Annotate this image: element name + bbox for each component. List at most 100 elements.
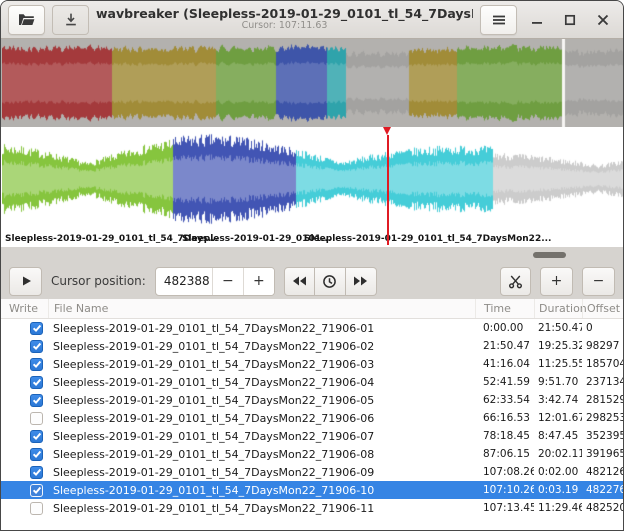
offset-cell: 281529 [582,394,623,406]
time-cell: 21:50.47 [475,340,534,352]
track-row[interactable]: Sleepless-2019-01-29_0101_tl_54_7DaysMon… [1,499,623,517]
duration-cell: 21:50.47 [534,322,582,334]
track-row[interactable]: Sleepless-2019-01-29_0101_tl_54_7DaysMon… [1,409,623,427]
overview-waveform-canvas[interactable] [2,39,624,127]
time-cell: 41:16.04 [475,358,534,370]
title-box: wavbreaker (Sleepless-2019-01-29_0101_tl… [96,7,473,31]
cursor-position-label: Cursor position: [51,274,146,288]
scissors-icon [508,274,523,289]
duration-cell: 20:02.11 [534,448,582,460]
write-checkbox[interactable] [30,394,43,407]
track-row[interactable]: Sleepless-2019-01-29_0101_tl_54_7DaysMon… [1,337,623,355]
cut-button[interactable] [500,267,531,296]
duration-cell: 11:25.55 [534,358,582,370]
column-header-file-name[interactable]: File Name [48,299,475,318]
track-list: WriteFile NameTimeDurationOffset Sleeple… [1,299,623,531]
file-name-cell: Sleepless-2019-01-29_0101_tl_54_7DaysMon… [48,466,475,479]
write-checkbox[interactable] [30,412,43,425]
scrollbar-thumb[interactable] [533,252,566,258]
header-bar: wavbreaker (Sleepless-2019-01-29_0101_tl… [1,1,623,39]
write-checkbox[interactable] [30,430,43,443]
folder-open-icon [18,12,35,27]
offset-cell: 0 [582,322,623,334]
offset-cell: 98297 [582,340,623,352]
spin-increment-button[interactable]: + [243,268,274,295]
horizontal-scrollbar[interactable] [1,247,623,263]
time-cell: 66:16.53 [475,412,534,424]
track-row[interactable]: Sleepless-2019-01-29_0101_tl_54_7DaysMon… [1,391,623,409]
file-name-cell: Sleepless-2019-01-29_0101_tl_54_7DaysMon… [48,430,475,443]
remove-part-button[interactable]: − [582,267,615,296]
clock-icon [322,274,337,289]
write-checkbox[interactable] [30,376,43,389]
add-part-button[interactable]: + [540,267,573,296]
track-row[interactable]: Sleepless-2019-01-29_0101_tl_54_7DaysMon… [1,445,623,463]
file-name-cell: Sleepless-2019-01-29_0101_tl_54_7DaysMon… [48,394,475,407]
write-checkbox[interactable] [30,448,43,461]
overview-waveform[interactable] [1,39,623,127]
write-checkbox[interactable] [30,466,43,479]
track-list-rows: Sleepless-2019-01-29_0101_tl_54_7DaysMon… [1,319,623,517]
close-icon [597,14,609,26]
open-file-button[interactable] [8,5,45,35]
time-cell: 87:06.15 [475,448,534,460]
time-cell: 107:10.26 [475,484,534,496]
write-checkbox[interactable] [30,502,43,515]
menu-button[interactable] [480,5,517,35]
wavbreaker-window: wavbreaker (Sleepless-2019-01-29_0101_tl… [0,0,624,531]
save-button[interactable] [52,5,89,35]
track-row[interactable]: Sleepless-2019-01-29_0101_tl_54_7DaysMon… [1,355,623,373]
main-waveform[interactable]: Sleepless-2019-01-29_0101_tl_54_7Days...… [1,127,623,247]
fast-forward-icon [353,275,368,287]
offset-cell: 482276 [582,484,623,496]
duration-cell: 0:02.00 [534,466,582,478]
cursor-line [387,135,389,245]
column-header-offset[interactable]: Offset [582,299,623,318]
write-checkbox[interactable] [30,340,43,353]
time-cell: 78:18.45 [475,430,534,442]
column-header-duration[interactable]: Duration [534,299,582,318]
write-checkbox[interactable] [30,322,43,335]
duration-cell: 8:47.45 [534,430,582,442]
seek-forward-button[interactable] [346,267,377,296]
play-icon [19,274,33,288]
close-button[interactable] [590,7,616,33]
minimize-button[interactable] [524,7,550,33]
track-row[interactable]: Sleepless-2019-01-29_0101_tl_54_7DaysMon… [1,481,623,499]
track-row[interactable]: Sleepless-2019-01-29_0101_tl_54_7DaysMon… [1,373,623,391]
write-checkbox[interactable] [30,484,43,497]
main-waveform-canvas[interactable] [2,129,624,229]
file-name-cell: Sleepless-2019-01-29_0101_tl_54_7DaysMon… [48,376,475,389]
offset-cell: 352395 [582,430,623,442]
file-name-cell: Sleepless-2019-01-29_0101_tl_54_7DaysMon… [48,484,475,497]
seek-backward-button[interactable] [284,267,315,296]
offset-cell: 298253 [582,412,623,424]
duration-cell: 9:51.70 [534,376,582,388]
play-button[interactable] [9,267,42,296]
track-row[interactable]: Sleepless-2019-01-29_0101_tl_54_7DaysMon… [1,427,623,445]
cursor-marker[interactable] [383,127,391,135]
cursor-position-input[interactable]: 482388 [156,268,212,295]
spin-decrement-button[interactable]: − [212,268,243,295]
file-name-cell: Sleepless-2019-01-29_0101_tl_54_7DaysMon… [48,448,475,461]
time-cell: 0:00.00 [475,322,534,334]
file-name-cell: Sleepless-2019-01-29_0101_tl_54_7DaysMon… [48,502,475,515]
duration-cell: 12:01.67 [534,412,582,424]
rewind-icon [292,275,307,287]
column-header-write[interactable]: Write [1,299,48,318]
duration-cell: 19:25.32 [534,340,582,352]
duration-cell: 0:03.19 [534,484,582,496]
time-cell: 107:08.26 [475,466,534,478]
file-name-cell: Sleepless-2019-01-29_0101_tl_54_7DaysMon… [48,358,475,371]
cursor-status: Cursor: 107:11.63 [96,21,473,31]
track-row[interactable]: Sleepless-2019-01-29_0101_tl_54_7DaysMon… [1,319,623,337]
offset-cell: 391965 [582,448,623,460]
file-name-cell: Sleepless-2019-01-29_0101_tl_54_7DaysMon… [48,412,475,425]
write-checkbox[interactable] [30,358,43,371]
time-cell: 62:33.54 [475,394,534,406]
jump-to-time-button[interactable] [315,267,346,296]
track-row[interactable]: Sleepless-2019-01-29_0101_tl_54_7DaysMon… [1,463,623,481]
maximize-button[interactable] [557,7,583,33]
file-name-cell: Sleepless-2019-01-29_0101_tl_54_7DaysMon… [48,322,475,335]
column-header-time[interactable]: Time [475,299,534,318]
